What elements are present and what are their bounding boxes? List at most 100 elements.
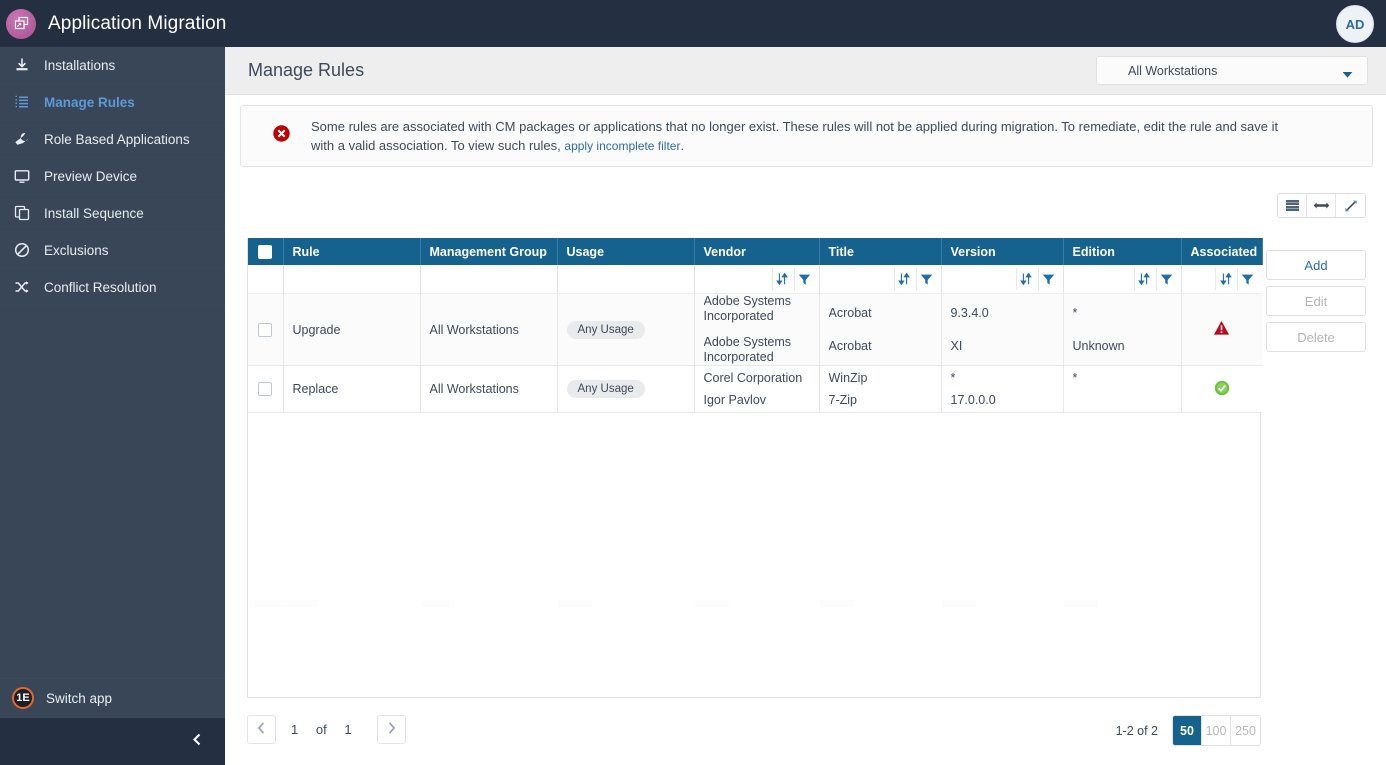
version-line: 9.3.4.0 <box>950 305 989 320</box>
total-pages: 1 <box>344 722 352 737</box>
table-empty-space <box>248 413 1262 593</box>
sort-updown-icon[interactable] <box>1133 268 1154 290</box>
row-checkbox[interactable] <box>258 322 273 337</box>
table-header-row: Rule Management Group Usage Vendor Title… <box>248 238 1263 265</box>
column-header-management-group[interactable]: Management Group <box>420 238 558 265</box>
funnel-icon[interactable] <box>1037 268 1058 290</box>
filter-cell-edition <box>1063 265 1182 294</box>
edition-line <box>1073 389 1172 411</box>
sidebar-item-preview-device[interactable]: Preview Device <box>0 158 225 195</box>
table-row[interactable]: Upgrade All Workstations Any Usage Adobe… <box>248 293 1262 366</box>
sidebar-item-label: Exclusions <box>44 242 109 258</box>
page-title: Manage Rules <box>248 60 365 80</box>
sidebar-item-install-sequence[interactable]: Install Sequence <box>0 195 225 232</box>
page-indicator: 1 of 1 <box>291 715 352 744</box>
next-page-button[interactable] <box>377 715 406 744</box>
row-checkbox[interactable] <box>258 382 273 397</box>
scope-select-value: All Workstations <box>1128 63 1218 78</box>
filter-cell-associated <box>1181 265 1262 294</box>
app-windows-arrow-icon <box>6 8 36 39</box>
skeleton-bar <box>421 599 455 607</box>
column-header-rule[interactable]: Rule <box>283 238 421 265</box>
monitor-icon <box>0 168 44 184</box>
table-row[interactable]: Replace All Workstations Any Usage Corel… <box>248 365 1262 413</box>
pagination-right: 1-2 of 2 50 100 250 <box>1116 715 1261 746</box>
vendor-line: Adobe Systems Incorporated <box>703 294 792 323</box>
shuffle-icon <box>0 279 44 295</box>
sidebar-item-role-based-applications[interactable]: Role Based Applications <box>0 121 225 158</box>
select-all-header[interactable] <box>248 238 284 265</box>
version-line: XI <box>950 338 963 353</box>
filter-cell-title <box>819 265 942 294</box>
sidebar-collapse-button[interactable] <box>0 718 225 765</box>
sidebar-item-conflict-resolution[interactable]: Conflict Resolution <box>0 269 225 306</box>
top-bar: Application Migration AD <box>0 0 1386 47</box>
title-line: 7-Zip <box>828 393 857 407</box>
delete-button[interactable]: Delete <box>1266 322 1366 352</box>
cell-usage: Any Usage <box>557 365 695 413</box>
chevron-right-icon <box>387 721 396 739</box>
funnel-icon[interactable] <box>793 268 814 290</box>
cell-associated <box>1181 365 1262 413</box>
row-checkbox-cell[interactable] <box>248 365 284 413</box>
funnel-icon[interactable] <box>1155 268 1176 290</box>
sidebar: Installations Manage Rules Role Based Ap… <box>0 47 225 765</box>
cell-edition: * <box>1063 365 1182 413</box>
add-button[interactable]: Add <box>1266 250 1366 280</box>
fullscreen-icon[interactable] <box>1336 194 1365 217</box>
fit-columns-icon[interactable] <box>1307 194 1336 217</box>
filter-cell-select <box>248 265 284 294</box>
cell-vendor: Adobe Systems Incorporated Adobe Systems… <box>694 293 820 366</box>
sort-updown-icon[interactable] <box>1015 268 1036 290</box>
column-header-version[interactable]: Version <box>941 238 1064 265</box>
alert-message: Some rules are associated with CM packag… <box>311 118 1279 153</box>
sidebar-item-label: Conflict Resolution <box>44 279 157 295</box>
column-header-title[interactable]: Title <box>819 238 942 265</box>
pagination: 1 of 1 1-2 of 2 50 100 250 <box>247 715 1261 747</box>
usage-chip: Any Usage <box>566 320 645 339</box>
column-header-usage[interactable]: Usage <box>557 238 695 265</box>
sidebar-item-exclusions[interactable]: Exclusions <box>0 232 225 269</box>
column-header-vendor[interactable]: Vendor <box>694 238 820 265</box>
skeleton-bar <box>1064 599 1098 607</box>
grid-tools <box>1277 193 1366 218</box>
edition-line: * <box>1072 371 1078 385</box>
current-page[interactable]: 1 <box>291 715 298 744</box>
title-line: WinZip <box>828 371 868 385</box>
cell-title: Acrobat Acrobat <box>819 293 942 366</box>
skeleton-bar <box>558 599 592 607</box>
sidebar-item-label: Preview Device <box>44 168 138 184</box>
version-line: * <box>950 371 956 385</box>
page-size-group: 50 100 250 <box>1172 715 1261 746</box>
check-circle-icon <box>1214 380 1230 399</box>
apply-incomplete-filter-link[interactable]: apply incomplete filter <box>564 139 680 153</box>
sort-updown-icon[interactable] <box>771 268 792 290</box>
row-checkbox-cell[interactable] <box>248 293 284 366</box>
sort-updown-icon[interactable] <box>893 268 914 290</box>
record-range-text: 1-2 of 2 <box>1115 723 1158 738</box>
previous-page-button[interactable] <box>247 715 276 744</box>
warning-triangle-icon <box>1213 321 1230 339</box>
scope-select[interactable]: All Workstations <box>1096 56 1368 85</box>
sidebar-item-manage-rules[interactable]: Manage Rules <box>0 84 225 121</box>
page-size-100[interactable]: 100 <box>1202 716 1231 745</box>
title-line: Acrobat <box>828 305 872 320</box>
select-all-checkbox[interactable] <box>258 244 273 259</box>
filter-cell-rule <box>283 265 421 294</box>
sidebar-item-installations[interactable]: Installations <box>0 47 225 84</box>
funnel-icon[interactable] <box>915 268 936 290</box>
rules-table: Rule Management Group Usage Vendor Title… <box>248 238 1263 613</box>
switch-app-button[interactable]: 1E Switch app <box>0 678 225 718</box>
sidebar-item-label: Role Based Applications <box>44 131 190 147</box>
column-header-edition[interactable]: Edition <box>1063 238 1182 265</box>
one-e-logo-icon: 1E <box>12 687 34 709</box>
column-header-associated[interactable]: Associated <box>1181 238 1263 265</box>
sort-updown-icon[interactable] <box>1215 268 1235 290</box>
edit-button[interactable]: Edit <box>1266 286 1366 316</box>
page-size-50[interactable]: 50 <box>1173 716 1202 745</box>
page-size-250[interactable]: 250 <box>1231 716 1260 745</box>
column-chooser-icon[interactable] <box>1278 194 1307 217</box>
cell-rule: Upgrade <box>283 293 421 366</box>
avatar[interactable]: AD <box>1336 5 1374 43</box>
funnel-icon[interactable] <box>1237 268 1257 290</box>
